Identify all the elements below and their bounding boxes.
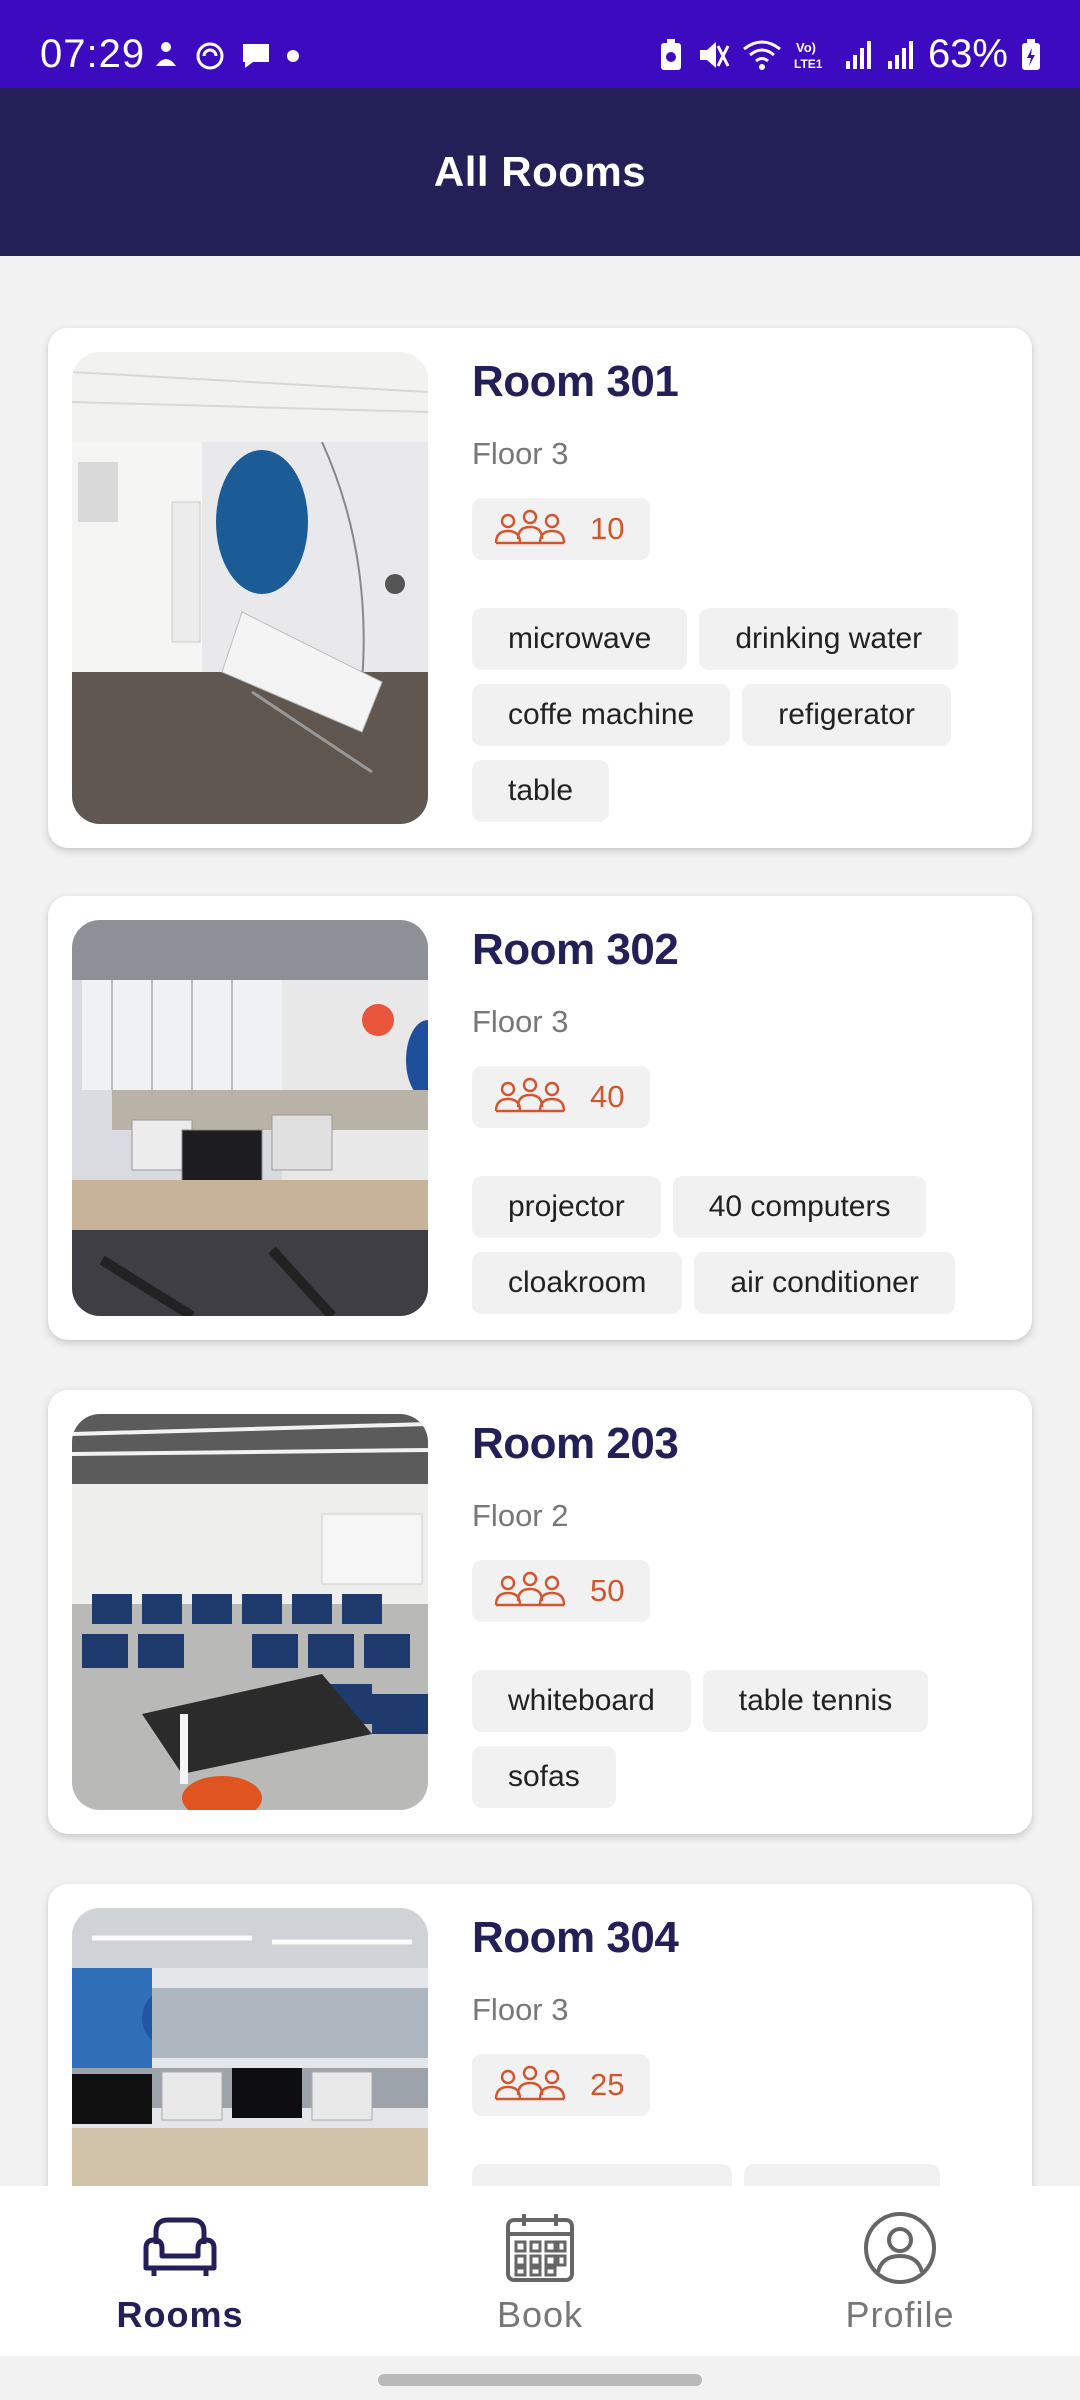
nav-book[interactable]: Book — [360, 2186, 720, 2356]
gesture-handle[interactable] — [378, 2374, 702, 2386]
amenity-tag: drinking water — [699, 608, 959, 670]
profile-icon — [864, 2212, 936, 2284]
room-capacity: 25 — [590, 2067, 625, 2102]
room-name: Room 304 — [472, 1913, 679, 1962]
app-bar: All Rooms — [0, 88, 1080, 256]
room-floor: Floor 3 — [472, 1992, 569, 2027]
sync-icon — [196, 42, 224, 70]
room-card-body: Room 203 Floor 2 50 whiteboard table ten… — [472, 1416, 1008, 1808]
room-list[interactable]: Room 301 Floor 3 10 microwave drinking w… — [0, 256, 1080, 2186]
message-icon — [243, 44, 269, 68]
room-capacity-badge: 50 — [472, 1560, 651, 1622]
nav-book-label: Book — [496, 2294, 584, 2335]
room-capacity: 10 — [590, 511, 625, 546]
room-card[interactable]: Room 301 Floor 3 10 microwave drinking w… — [48, 328, 1032, 848]
signal-icon — [887, 40, 913, 69]
room-floor: Floor 3 — [472, 1004, 569, 1039]
people-icon — [494, 1077, 566, 1113]
room-card-body: Room 301 Floor 3 10 microwave drinking w… — [472, 354, 1008, 822]
people-icon — [494, 2065, 566, 2101]
amenity-tag: table tennis — [702, 1670, 929, 1732]
people-icon — [494, 1571, 566, 1607]
calendar-icon — [506, 2214, 574, 2282]
armchair-icon — [143, 2217, 217, 2276]
amenity-tag: projector — [472, 1176, 661, 1238]
room-name: Room 301 — [472, 357, 679, 406]
meditation-icon — [156, 42, 176, 66]
signal-icon — [845, 40, 871, 69]
bottom-navigation: Rooms Book Profile — [0, 2186, 1080, 2356]
status-system-icons: Vo) LTE1 63% — [658, 32, 1042, 77]
status-bar: 07:29 Vo) LTE1 63% — [0, 0, 1080, 88]
battery-saver-icon — [660, 38, 681, 70]
amenity-tags: microwave drinking water coffe machine r… — [472, 608, 992, 822]
amenity-tags: whiteboard table tennis sofas — [472, 1670, 992, 1808]
room-floor: Floor 2 — [472, 1498, 569, 1533]
dot-icon — [287, 50, 299, 62]
amenity-tag: sofas — [472, 1746, 616, 1808]
amenity-tag: refigerator — [742, 684, 951, 746]
nav-profile-label: Profile — [845, 2294, 955, 2335]
room-card-body: Room 304 Floor 3 25 — [472, 1910, 1008, 2186]
status-notification-icons — [152, 40, 300, 72]
amenity-tag — [744, 2164, 940, 2186]
amenity-tag: air conditioner — [694, 1252, 955, 1314]
room-capacity-badge: 10 — [472, 498, 651, 560]
room-capacity: 40 — [590, 1079, 625, 1114]
room-photo — [72, 1414, 428, 1810]
room-name: Room 302 — [472, 925, 679, 974]
room-photo — [72, 920, 428, 1316]
status-time: 07:29 — [40, 32, 146, 76]
room-capacity-badge: 25 — [472, 2054, 651, 2116]
mute-icon — [699, 41, 730, 68]
wifi-icon — [743, 40, 781, 70]
page-title: All Rooms — [433, 148, 647, 195]
volte-icon: Vo) LTE1 — [794, 40, 823, 71]
nav-profile[interactable]: Profile — [720, 2186, 1080, 2356]
room-capacity-badge: 40 — [472, 1066, 651, 1128]
nav-rooms[interactable]: Rooms — [0, 2186, 360, 2356]
room-photo — [72, 352, 428, 824]
amenity-tag: coffe machine — [472, 684, 731, 746]
svg-text:Vo): Vo) — [796, 40, 816, 55]
amenity-tag: table — [472, 760, 610, 822]
room-card[interactable]: Room 302 Floor 3 40 projector 40 compute… — [48, 896, 1032, 1340]
amenity-tag: cloakroom — [472, 1252, 683, 1314]
people-icon — [494, 509, 566, 545]
amenity-tag: whiteboard — [472, 1670, 691, 1732]
nav-rooms-label: Rooms — [116, 2294, 244, 2335]
battery-percent: 63% — [927, 32, 1008, 76]
room-photo — [72, 1908, 428, 2186]
room-card[interactable]: Room 304 Floor 3 25 — [48, 1884, 1032, 2186]
amenity-tags: projector 40 computers cloakroom air con… — [472, 1176, 992, 1314]
room-floor: Floor 3 — [472, 436, 569, 471]
room-capacity: 50 — [590, 1573, 625, 1608]
svg-text:LTE1: LTE1 — [794, 57, 823, 71]
room-name: Room 203 — [472, 1419, 679, 1468]
room-card[interactable]: Room 203 Floor 2 50 whiteboard table ten… — [48, 1390, 1032, 1834]
amenity-tag: microwave — [472, 608, 688, 670]
amenity-tag: 40 computers — [672, 1176, 927, 1238]
amenity-tag — [472, 2164, 732, 2186]
battery-icon — [1022, 38, 1040, 70]
room-card-body: Room 302 Floor 3 40 projector 40 compute… — [472, 922, 1008, 1314]
amenity-tags — [472, 2164, 992, 2186]
